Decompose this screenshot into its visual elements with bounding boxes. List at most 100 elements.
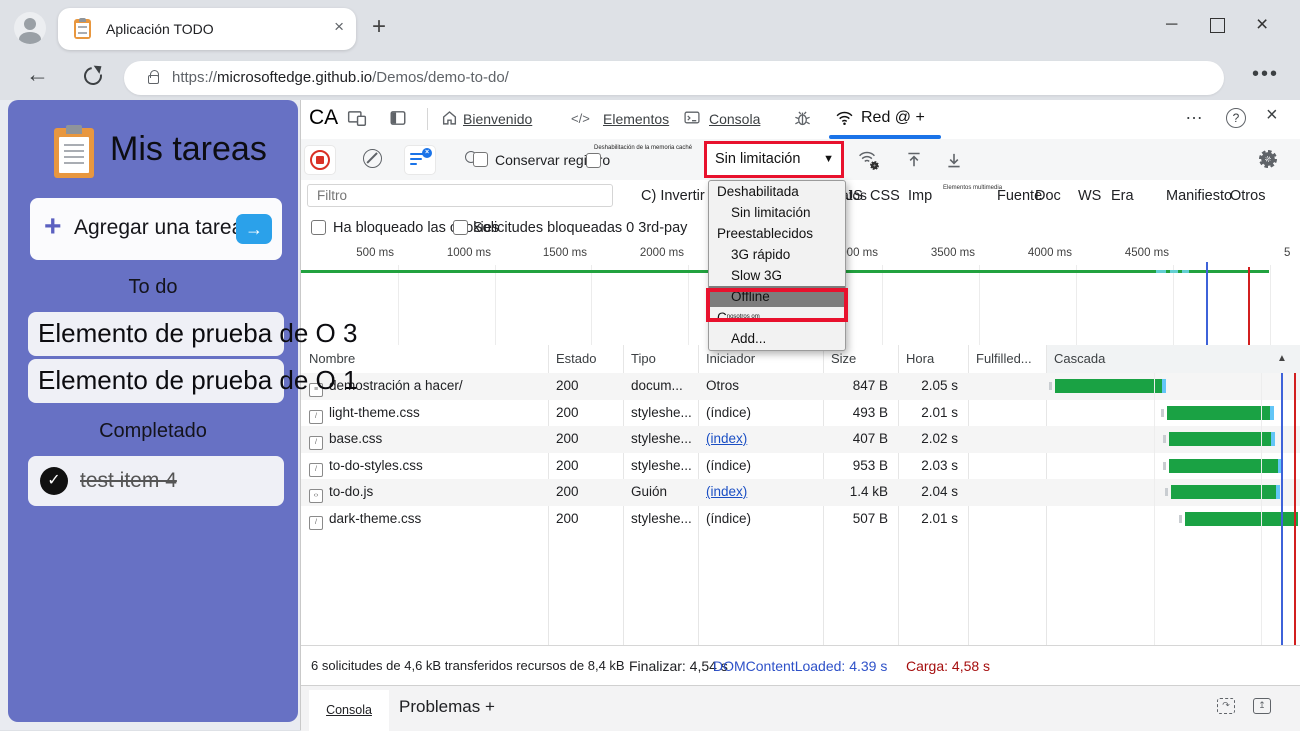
throttle-option-sin-limitaci-n[interactable]: Sin limitación [709, 202, 845, 223]
waterfall-load-line [1294, 373, 1296, 645]
filter-chip-otros[interactable]: Otros [1230, 188, 1265, 204]
timeline-gridline [591, 265, 592, 345]
size-cell: 847 B [852, 378, 888, 393]
todo-list-item[interactable]: Elemento de prueba de O 1 [28, 359, 357, 403]
browser-tab[interactable]: Aplicación TODO × [58, 8, 356, 50]
column-header-tipo[interactable]: Tipo [623, 345, 698, 373]
filter-chip-elementos-multimedia: Elementos multimedia [943, 185, 1003, 191]
check-icon[interactable]: ✓ [40, 467, 68, 495]
timeline-tick-label: 3500 ms [930, 247, 975, 259]
code-icon[interactable]: </> [571, 111, 590, 126]
initiator-text: Otros [706, 378, 740, 393]
console-icon[interactable] [683, 109, 701, 131]
tab-red-network[interactable]: Red @ + [861, 109, 925, 127]
network-request-row[interactable]: ‹› to-do.js 200 Guión (index) 1.4 kB 2.04 s [301, 479, 1300, 506]
time-cell: 2.03 s [921, 457, 958, 473]
throttle-option-preestablecidos[interactable]: Preestablecidos [709, 223, 845, 244]
initiator-cell: (índice) [698, 453, 823, 480]
network-request-row[interactable]: / to-do-styles.css 200 styleshe... (índice) 9… [301, 453, 1300, 480]
close-tab-icon[interactable]: × [334, 17, 344, 37]
drawer-expand-icon[interactable]: ↥ [1253, 698, 1271, 714]
completed-list-item[interactable]: ✓ test item 4 [28, 456, 284, 506]
stylesheet-icon: / [309, 462, 323, 477]
throttling-select[interactable]: Sin limitación [715, 151, 800, 167]
profile-avatar-icon[interactable] [14, 12, 46, 44]
todo-app-panel: Mis tareas + Agregar una tarea → To do E… [8, 100, 357, 722]
throttle-option-slow-3g[interactable]: Slow 3G [709, 265, 845, 286]
record-network-log-button[interactable] [305, 146, 335, 174]
waterfall-bar [1167, 405, 1270, 420]
preserve-log-checkbox[interactable] [473, 152, 488, 167]
network-request-row[interactable]: / base.css 200 styleshe... (index) 407 B 2.02 … [301, 426, 1300, 453]
new-tab-button[interactable]: + [372, 13, 386, 41]
browser-menu-icon[interactable]: ••• [1252, 63, 1279, 86]
filter-chip-era[interactable]: Era [1111, 188, 1134, 204]
device-emulation-icon[interactable] [347, 109, 367, 132]
dock-panel-icon[interactable] [389, 109, 407, 132]
timeline-gridline [979, 265, 980, 345]
timeline-tick-label: 4500 ms [1124, 247, 1169, 259]
timeline-tick-label: 1000 ms [446, 247, 491, 259]
timeline-tick-label: 5 [1284, 247, 1291, 259]
add-task-field[interactable]: + Agregar una tarea → [30, 198, 282, 260]
devtools-menu-icon[interactable]: … [1185, 103, 1204, 124]
tab-elementos[interactable]: Elementos [603, 111, 669, 127]
waterfall-bar-cap [1270, 405, 1274, 420]
timeline-tick-label: 4000 ms [1027, 247, 1072, 259]
filter-chip-imp[interactable]: Imp [908, 188, 932, 204]
address-bar[interactable]: https://microsoftedge.github.io/Demos/de… [124, 61, 1224, 95]
network-conditions-icon[interactable] [853, 146, 883, 174]
filter-chip-js[interactable]: JS [846, 188, 863, 204]
column-header-fulfilled-[interactable]: Fulfilled... [968, 345, 1046, 373]
maximize-button[interactable] [1210, 18, 1225, 33]
time-cell: 2.02 s [921, 431, 958, 446]
request-name-cell: ‹› to-do.js [301, 479, 548, 506]
column-header-cascada[interactable]: Cascada [1046, 345, 1300, 373]
column-header-estado[interactable]: Estado [548, 345, 623, 373]
filter-chip-manifiesto[interactable]: Manifiesto [1166, 188, 1232, 204]
waterfall-connector-tick [1163, 461, 1166, 470]
network-request-row[interactable]: / dark-theme.css 200 styleshe... (índice) 507… [301, 506, 1300, 533]
home-icon[interactable] [441, 109, 458, 131]
waterfall-bar [1169, 432, 1271, 446]
filter-toggle-button[interactable]: × [405, 146, 435, 174]
type-cell: Guión [631, 484, 668, 499]
export-har-icon[interactable] [939, 146, 969, 174]
column-header-hora[interactable]: Hora [898, 345, 968, 373]
todo-list-item[interactable]: Elemento de prueba de O 3 [28, 312, 357, 356]
minimize-button[interactable]: ─ [1166, 16, 1177, 34]
filter-chip-ws[interactable]: WS [1078, 188, 1101, 204]
throttle-option-deshabilitada[interactable]: Deshabilitada [709, 181, 845, 202]
drawer-activity-icon[interactable]: ↷ [1217, 698, 1235, 714]
initiator-link[interactable]: (index) [706, 484, 747, 499]
settings-gear-icon[interactable] [1259, 150, 1277, 168]
filter-chip-doc[interactable]: Doc [1035, 188, 1061, 204]
network-request-row[interactable]: / light-theme.css 200 styleshe... (índice) 49… [301, 400, 1300, 427]
clipboard-favicon-icon [74, 18, 91, 39]
tab-bienvenido[interactable]: Bienvenido [463, 111, 532, 127]
help-icon[interactable]: ? [1226, 108, 1246, 128]
blocked-requests-checkbox[interactable] [453, 220, 468, 235]
filter-chip-css[interactable]: CSS [870, 188, 900, 204]
reload-icon[interactable] [80, 62, 106, 89]
timeline-tick-label: 500 ms [356, 247, 394, 259]
submit-task-button[interactable]: → [236, 214, 272, 244]
tab-consola[interactable]: Consola [709, 111, 760, 127]
drawer-problems-label[interactable]: Problemas + [399, 697, 495, 717]
throttle-option-3g-r-pido[interactable]: 3G rápido [709, 244, 845, 265]
initiator-link[interactable]: (index) [706, 431, 747, 446]
close-devtools-icon[interactable]: × [1266, 104, 1278, 127]
throttle-option-add-[interactable]: Add... [709, 328, 845, 349]
close-window-button[interactable]: × [1256, 13, 1268, 37]
clear-network-log-button[interactable] [359, 146, 389, 174]
disable-cache-checkbox[interactable] [586, 153, 601, 168]
import-har-icon[interactable] [899, 146, 929, 174]
blocked-cookies-checkbox[interactable] [311, 220, 326, 235]
app-title: Mis tareas [110, 130, 267, 168]
back-icon[interactable]: ← [26, 61, 49, 88]
bug-icon[interactable] [793, 109, 812, 133]
todo-section-heading: To do [128, 276, 178, 298]
sort-arrow-icon[interactable]: ▲ [1277, 345, 1287, 373]
drawer-tab-consola[interactable]: Consola [309, 690, 389, 731]
network-request-row[interactable]: ≡ demostración a hacer/200 docum... Otros 84… [301, 373, 1300, 400]
